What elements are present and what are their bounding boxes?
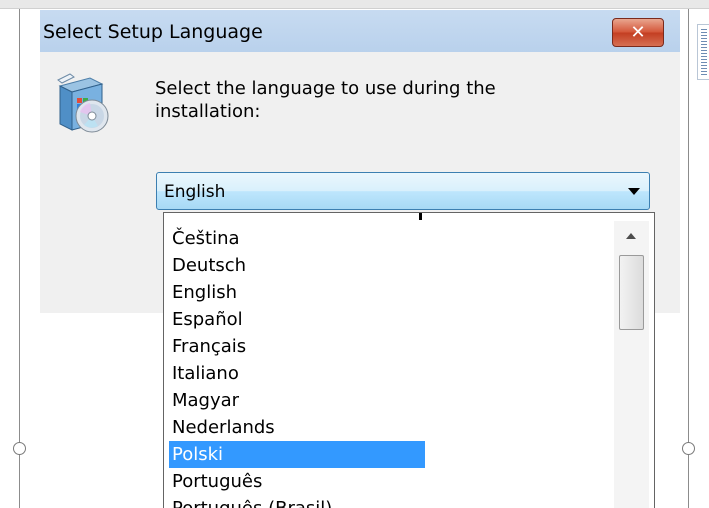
combobox-selected-value: English bbox=[164, 182, 226, 202]
grip-dots-icon bbox=[701, 29, 707, 75]
dialog-titlebar[interactable]: Select Setup Language ✕ bbox=[40, 10, 680, 52]
document-frame-left-edge bbox=[19, 9, 20, 508]
dialog-title: Select Setup Language bbox=[43, 21, 263, 43]
setup-cd-icon bbox=[57, 73, 109, 133]
scrollbar-thumb[interactable] bbox=[619, 255, 644, 330]
close-button[interactable]: ✕ bbox=[612, 18, 664, 47]
language-option[interactable]: Čeština bbox=[169, 225, 425, 252]
dropdown-scrollbar[interactable] bbox=[614, 221, 649, 508]
language-dropdown-list[interactable]: Čeština Deutsch English Español Français Ital… bbox=[163, 212, 655, 508]
language-option[interactable]: Deutsch bbox=[169, 252, 425, 279]
chevron-down-icon[interactable] bbox=[628, 188, 640, 195]
close-icon: ✕ bbox=[630, 22, 646, 43]
language-option[interactable]: Português bbox=[169, 468, 425, 495]
resize-handle-right[interactable] bbox=[682, 442, 695, 455]
language-prompt: Select the language to use during the in… bbox=[155, 78, 496, 122]
document-frame-right-edge bbox=[688, 9, 689, 508]
dropdown-caret-mark bbox=[419, 213, 422, 220]
language-options: Čeština Deutsch English Español Français Ital… bbox=[169, 225, 425, 508]
scroll-up-arrow-icon[interactable] bbox=[626, 233, 636, 239]
language-combobox[interactable]: English bbox=[156, 172, 650, 210]
side-panel-grip[interactable] bbox=[697, 24, 709, 80]
language-option[interactable]: Nederlands bbox=[169, 414, 425, 441]
language-option[interactable]: Français bbox=[169, 333, 425, 360]
language-option[interactable]: Magyar bbox=[169, 387, 425, 414]
language-option[interactable]: Polski bbox=[169, 441, 425, 468]
language-option[interactable]: Português (Brasil) bbox=[169, 495, 425, 508]
language-option[interactable]: English bbox=[169, 279, 425, 306]
top-strip-border bbox=[0, 8, 709, 9]
top-strip bbox=[0, 0, 709, 8]
language-option[interactable]: Italiano bbox=[169, 360, 425, 387]
resize-handle-left[interactable] bbox=[13, 442, 26, 455]
language-option[interactable]: Español bbox=[169, 306, 425, 333]
